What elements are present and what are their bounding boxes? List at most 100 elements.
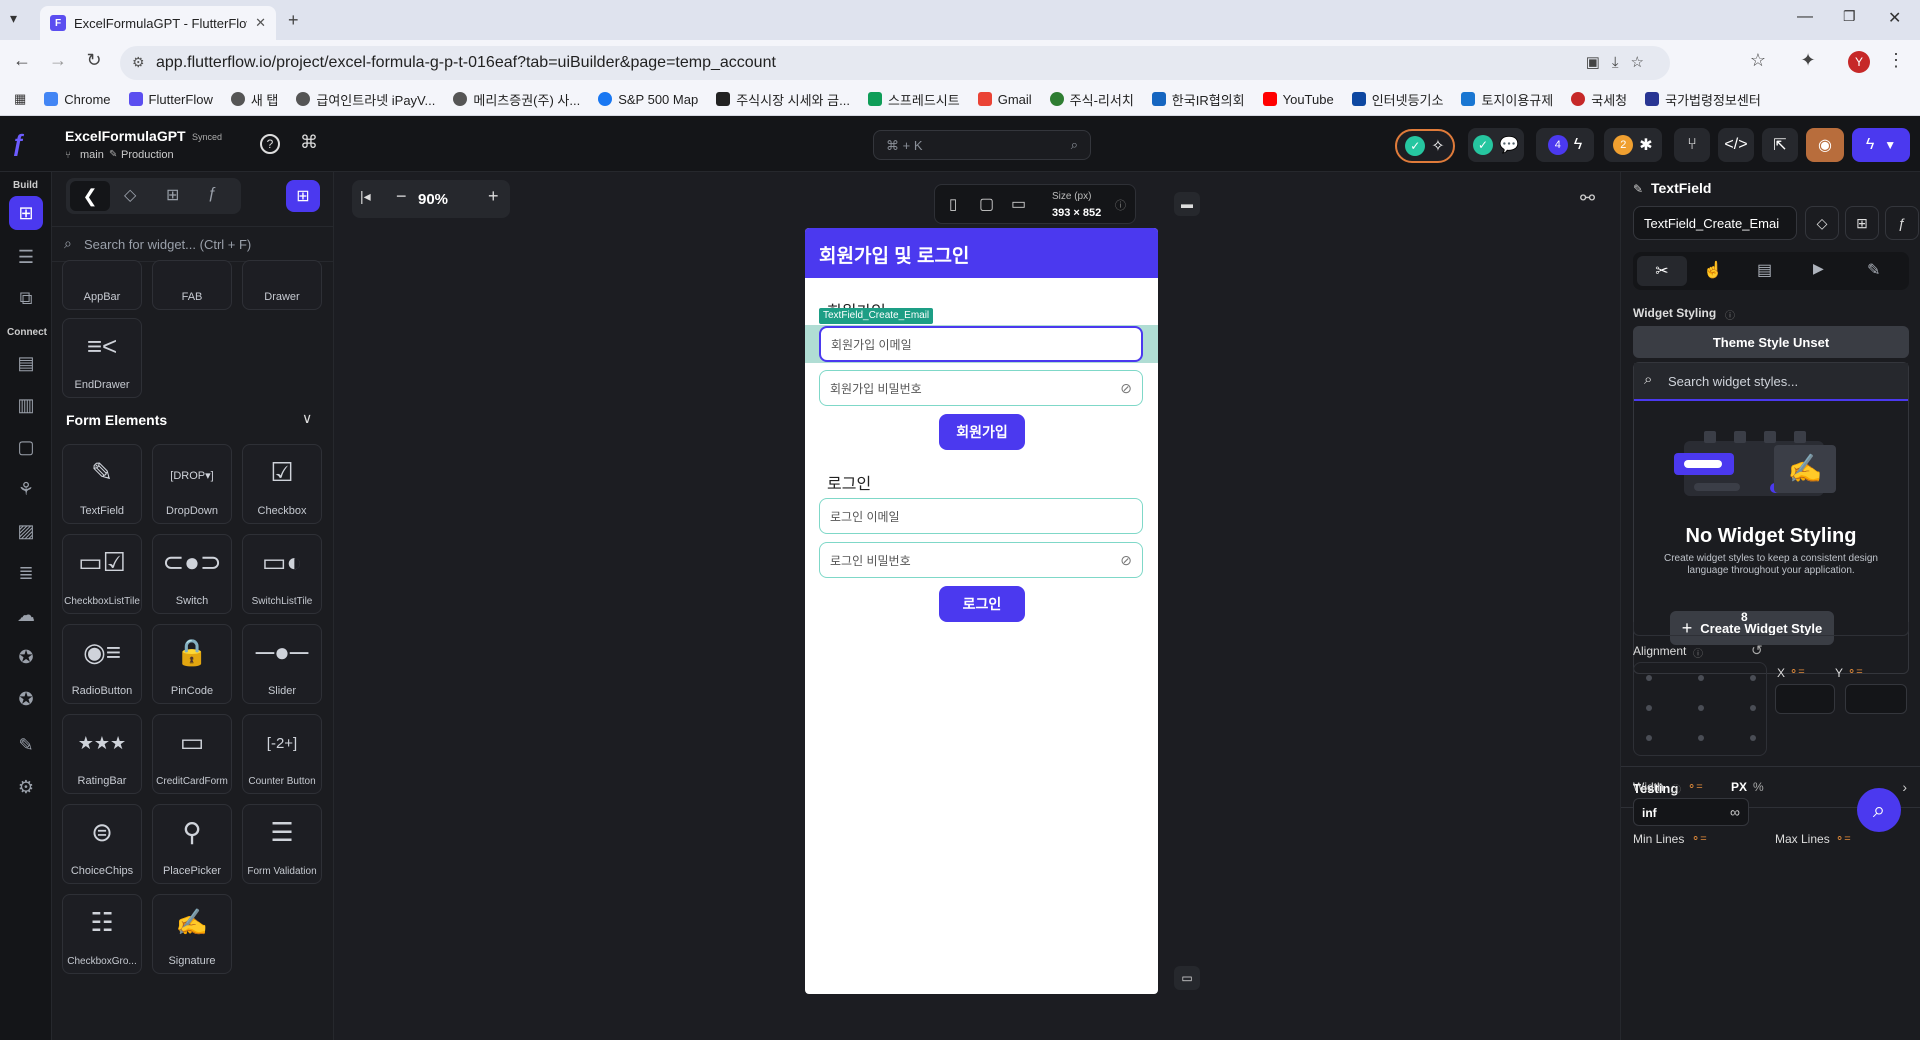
bookmark[interactable]: Chrome [44,92,111,107]
login-heading[interactable]: 로그인 [827,470,871,494]
tab-docs-icon[interactable]: ✎ [1867,260,1880,280]
open-external-button[interactable]: ⇱ [1762,128,1798,162]
login-button[interactable]: 로그인 [939,586,1025,622]
widget-tile-enddrawer[interactable]: ≡< EndDrawer [62,318,142,398]
code-view-button[interactable]: </> [1718,128,1754,162]
bookmark[interactable]: 스프레드시트 [867,90,960,109]
widget-tile-signature[interactable]: ✍ Signature [152,894,232,974]
login-password-field[interactable]: 로그인 비밀번호 ⊘ [819,542,1143,578]
project-name[interactable]: ExcelFormulaGPT [65,128,186,144]
visibility-off-icon[interactable]: ⊘ [1120,552,1132,569]
unit-px-toggle[interactable]: PX [1731,780,1747,794]
widget-tree-icon[interactable]: ☰ [13,244,39,270]
widget-tile-checkboxlisttile[interactable]: ▭☑ CheckboxListTile [62,534,142,614]
variable-max-lines-icon[interactable]: ⚬= [1835,832,1851,845]
minimize-icon[interactable]: — [1797,8,1813,26]
widget-tile-switch[interactable]: ⊂●⊃ Switch [152,534,232,614]
bookmark[interactable]: 한국IR협의회 [1151,90,1245,109]
bookmark[interactable]: 메리츠증권(주) 사... [453,90,580,109]
bookmark[interactable]: 급여인트라넷 iPayV... [296,90,435,109]
tab-properties-icon[interactable]: ✂ [1637,256,1687,286]
reload-icon[interactable]: ↻ [82,50,106,71]
style-search-input[interactable]: ⌕ Search widget styles... [1634,363,1908,401]
api-calls-icon[interactable]: ▢ [13,434,39,460]
phone-device-icon[interactable]: ▯ [949,195,957,213]
tablet-device-icon[interactable]: ▢ [979,194,994,214]
bookmark[interactable]: 주식-리서치 [1049,90,1134,109]
menu-kebab-icon[interactable]: ⋮ [1884,50,1908,71]
copy-widget-icon[interactable]: ƒ [1885,206,1919,240]
align-y-input[interactable] [1845,684,1907,714]
widget-tile-drawer[interactable]: Drawer [242,260,322,310]
review-button[interactable]: ✓ 💬 [1468,128,1524,162]
agent-status-button[interactable]: ✓ ✧ [1395,129,1455,163]
tab-animations-icon[interactable]: ▶ [1813,260,1824,277]
bookmark[interactable]: S&P 500 Map [598,92,698,107]
canvas-settings-icon[interactable]: ⚯ [1580,188,1595,209]
apps-grid-icon[interactable]: ▦ [14,91,26,107]
align-x-input[interactable] [1775,684,1835,714]
window-close-icon[interactable]: ✕ [1888,8,1901,28]
widget-tile-placepicker[interactable]: ⚲ PlacePicker [152,804,232,884]
components-tab-icon[interactable]: ◇ [124,185,136,205]
widget-search-input[interactable]: ⌕ Search for widget... (Ctrl + F) [52,226,334,262]
widget-tile-creditcardform[interactable]: ▭ CreditCardForm [152,714,232,794]
variable-width-icon[interactable]: ⚬= [1687,780,1703,793]
restore-icon[interactable]: ❐ [1843,8,1856,25]
bookmark[interactable]: Gmail [977,92,1032,107]
reset-icon[interactable]: ↺ [1751,642,1763,659]
close-tab-icon[interactable]: ✕ [255,15,266,31]
unit-percent-toggle[interactable]: % [1753,780,1764,794]
app-values-icon[interactable]: ≣ [13,560,39,586]
agents-icon[interactable]: ✪ [13,644,39,670]
widget-tile-textfield[interactable]: ✎ TextField [62,444,142,524]
bookmark[interactable]: 국세청 [1571,90,1627,109]
bookmark[interactable]: 주식시장 시세와 금... [716,90,850,109]
back-icon[interactable]: ← [10,50,34,71]
global-search-input[interactable]: ⌘ + K ⌕ [873,130,1091,160]
widget-tile-choicechips[interactable]: ⊜ ChoiceChips [62,804,142,884]
width-input[interactable]: inf ∞ [1633,798,1749,826]
bookmark-star-icon[interactable]: ☆ [1746,50,1770,71]
help-icon[interactable]: ? [260,134,280,154]
add-widget-icon[interactable]: ⊞ [286,180,320,212]
flutterflow-logo-icon[interactable]: ƒ [12,130,25,158]
data-schema-icon[interactable]: ▤ [13,350,39,376]
convert-to-component-icon[interactable]: ◇ [1805,206,1839,240]
widget-tile-checkbox[interactable]: ☑ Checkbox [242,444,322,524]
environment-name[interactable]: Production [121,149,174,161]
visibility-off-icon[interactable]: ⊘ [1120,380,1132,397]
app-state-icon[interactable]: ▥ [13,392,39,418]
infinity-toggle-icon[interactable]: ∞ [1730,804,1740,820]
zoom-in-icon[interactable]: + [488,186,499,207]
tab-actions-icon[interactable]: ☝ [1703,260,1723,280]
widget-tile-fab[interactable]: FAB [152,260,232,310]
ai-gen-icon[interactable]: ✪ [13,686,39,712]
storyboard-icon[interactable]: ⧉ [13,285,39,311]
branch-name[interactable]: main [80,149,104,161]
bookmark[interactable]: YouTube [1262,92,1334,107]
desktop-device-icon[interactable]: ▭ [1011,194,1026,214]
alignment-grid[interactable] [1633,662,1767,756]
custom-code-icon[interactable]: ⚘ [13,476,39,502]
toggle-appbar-icon[interactable]: ▬ [1174,192,1200,216]
branching-button[interactable]: ⑂ [1674,128,1710,162]
widget-tile-formvalidation[interactable]: ☰ Form Validation [242,804,322,884]
new-tab-icon[interactable]: + [288,10,299,31]
command-palette-icon[interactable]: ⌘ [300,132,318,153]
bookmark[interactable]: 인터넷등기소 [1351,90,1443,109]
widget-tile-checkboxgroup[interactable]: ☷ CheckboxGro... [62,894,142,974]
widget-tile-dropdown[interactable]: [DROP▾] DropDown [152,444,232,524]
phone-appbar[interactable]: 회원가입 및 로그인 [805,228,1158,278]
library-tab-icon[interactable]: ƒ [208,185,217,203]
signup-button[interactable]: 회원가입 [939,414,1025,450]
address-bar[interactable]: ⚙ app.flutterflow.io/project/excel-formu… [120,46,1670,80]
zoom-out-icon[interactable]: − [396,186,407,207]
profile-avatar[interactable]: Y [1848,51,1870,73]
signup-email-field[interactable]: 회원가입 이메일 [819,326,1143,362]
widget-tile-appbar[interactable]: AppBar [62,260,142,310]
wrap-widget-icon[interactable]: ⊞ [1845,206,1879,240]
page-action-icons[interactable]: ▣⤓☆ [1586,53,1656,71]
browser-tab-active[interactable]: F ExcelFormulaGPT - FlutterFlow ✕ [40,6,276,40]
run-button[interactable]: ϟ ▼ [1852,128,1910,162]
